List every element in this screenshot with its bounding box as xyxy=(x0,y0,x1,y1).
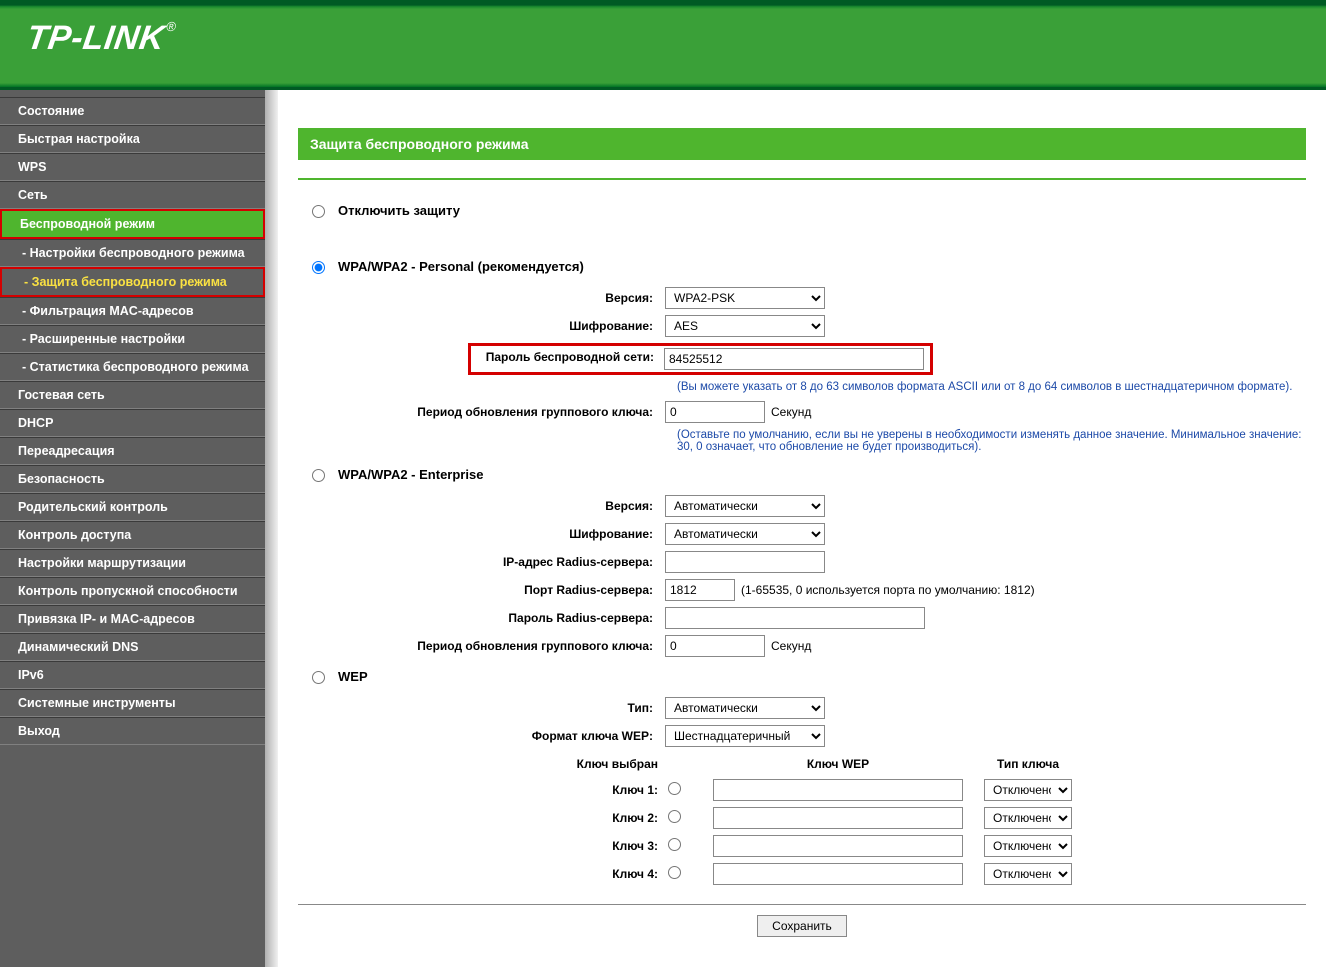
sidebar-subitem[interactable]: - Защита беспроводного режима xyxy=(0,267,265,297)
wep-key-label: Ключ 1: xyxy=(558,783,668,797)
sidebar-item[interactable]: Динамический DNS xyxy=(0,633,265,661)
wpa-enterprise-title: WPA/WPA2 - Enterprise xyxy=(338,467,1306,482)
ent-radius-port-input[interactable] xyxy=(665,579,735,601)
wep-key-radio[interactable] xyxy=(668,782,681,795)
divider xyxy=(298,178,1306,180)
disable-security-radio[interactable] xyxy=(312,205,325,218)
disable-security-label: Отключить защиту xyxy=(338,203,1306,218)
sidebar-item[interactable]: Системные инструменты xyxy=(0,689,265,717)
sidebar-item[interactable]: WPS xyxy=(0,153,265,181)
wpa-enterprise-radio[interactable] xyxy=(312,469,325,482)
ent-rekey-unit: Секунд xyxy=(771,639,811,653)
wep-key-radio[interactable] xyxy=(668,866,681,879)
wep-key-input[interactable] xyxy=(713,807,963,829)
sidebar-subitem[interactable]: - Настройки беспроводного режима xyxy=(0,239,265,267)
sidebar-item[interactable]: Выход xyxy=(0,717,265,745)
ent-rekey-label: Период обновления группового ключа: xyxy=(298,639,665,653)
wep-keys-table: Ключ выбран Ключ WEP Тип ключа Ключ 1: От… xyxy=(558,751,1306,889)
ent-radius-ip-label: IP-адрес Radius-сервера: xyxy=(298,555,665,569)
sidebar-subitem[interactable]: - Статистика беспроводного режима xyxy=(0,353,265,381)
wep-radio[interactable] xyxy=(312,671,325,684)
wep-key-type-select[interactable]: Отключено xyxy=(984,779,1072,801)
personal-rekey-unit: Секунд xyxy=(771,405,811,419)
personal-password-input[interactable] xyxy=(664,348,924,370)
page-title: Защита беспроводного режима xyxy=(298,128,1306,160)
wep-type-select[interactable]: Автоматически xyxy=(665,697,825,719)
personal-cipher-select[interactable]: AES xyxy=(665,315,825,337)
ent-radius-ip-input[interactable] xyxy=(665,551,825,573)
wep-title: WEP xyxy=(338,669,1306,684)
wep-key-type-select[interactable]: Отключено xyxy=(984,835,1072,857)
wep-format-select[interactable]: Шестнадцатеричный xyxy=(665,725,825,747)
sidebar-item[interactable]: Гостевая сеть xyxy=(0,381,265,409)
wpa-personal-radio[interactable] xyxy=(312,261,325,274)
content-area: Защита беспроводного режима Отключить за… xyxy=(278,90,1326,967)
wep-type-label: Тип: xyxy=(298,701,665,715)
ent-radius-port-label: Порт Radius-сервера: xyxy=(298,583,665,597)
sidebar-item[interactable]: Быстрая настройка xyxy=(0,125,265,153)
wep-key-label: Ключ 3: xyxy=(558,839,668,853)
sidebar-item[interactable]: Настройки маршрутизации xyxy=(0,549,265,577)
personal-rekey-note: (Оставьте по умолчанию, если вы не увере… xyxy=(677,427,1306,459)
personal-password-note: (Вы можете указать от 8 до 63 символов ф… xyxy=(677,379,1306,399)
sidebar-subitem[interactable]: - Расширенные настройки xyxy=(0,325,265,353)
wpa-personal-title: WPA/WPA2 - Personal (рекомендуется) xyxy=(338,259,1306,274)
wep-key-input[interactable] xyxy=(713,779,963,801)
personal-cipher-label: Шифрование: xyxy=(298,319,665,333)
sidebar-item[interactable]: Сеть xyxy=(0,181,265,209)
sidebar-subitem[interactable]: - Фильтрация MAC-адресов xyxy=(0,297,265,325)
ent-cipher-select[interactable]: Автоматически xyxy=(665,523,825,545)
personal-rekey-label: Период обновления группового ключа: xyxy=(298,405,665,419)
wep-key-label: Ключ 2: xyxy=(558,811,668,825)
personal-version-select[interactable]: WPA2-PSK xyxy=(665,287,825,309)
wep-head-key: Ключ WEP xyxy=(708,757,968,771)
divider-bottom xyxy=(298,904,1306,905)
wep-key-label: Ключ 4: xyxy=(558,867,668,881)
ent-rekey-input[interactable] xyxy=(665,635,765,657)
brand-logo-text: TP-LINK xyxy=(24,19,167,57)
sidebar-item[interactable]: Безопасность xyxy=(0,465,265,493)
password-highlight-box: Пароль беспроводной сети: xyxy=(468,343,933,375)
wep-head-type: Тип ключа xyxy=(968,757,1088,771)
sidebar-item[interactable]: IPv6 xyxy=(0,661,265,689)
wep-key-radio[interactable] xyxy=(668,810,681,823)
sidebar-item[interactable]: Привязка IP- и MAC-адресов xyxy=(0,605,265,633)
wep-head-selected: Ключ выбран xyxy=(558,757,668,771)
wep-key-radio[interactable] xyxy=(668,838,681,851)
sidebar-item[interactable]: Контроль доступа xyxy=(0,521,265,549)
brand-logo: TP-LINK® xyxy=(24,19,177,58)
registered-icon: ® xyxy=(165,19,177,34)
personal-rekey-input[interactable] xyxy=(665,401,765,423)
sidebar-item[interactable]: Родительский контроль xyxy=(0,493,265,521)
ent-version-label: Версия: xyxy=(298,499,665,513)
personal-password-label: Пароль беспроводной сети: xyxy=(471,346,664,372)
sidebar-item[interactable]: Беспроводной режим xyxy=(0,209,265,239)
header-bar: TP-LINK® xyxy=(0,0,1326,90)
sidebar-item[interactable]: Переадресация xyxy=(0,437,265,465)
wep-format-label: Формат ключа WEP: xyxy=(298,729,665,743)
wep-key-input[interactable] xyxy=(713,835,963,857)
personal-version-label: Версия: xyxy=(298,291,665,305)
wep-key-input[interactable] xyxy=(713,863,963,885)
vertical-divider xyxy=(265,90,278,967)
sidebar-item[interactable]: Состояние xyxy=(0,97,265,125)
sidebar-item[interactable]: Контроль пропускной способности xyxy=(0,577,265,605)
ent-radius-port-note: (1-65535, 0 используется порта по умолча… xyxy=(741,583,1035,597)
ent-version-select[interactable]: Автоматически xyxy=(665,495,825,517)
wep-key-type-select[interactable]: Отключено xyxy=(984,807,1072,829)
save-button[interactable]: Сохранить xyxy=(757,915,847,937)
ent-radius-pass-input[interactable] xyxy=(665,607,925,629)
wep-key-type-select[interactable]: Отключено xyxy=(984,863,1072,885)
ent-radius-pass-label: Пароль Radius-сервера: xyxy=(298,611,665,625)
sidebar-item[interactable]: DHCP xyxy=(0,409,265,437)
sidebar: СостояниеБыстрая настройкаWPSСетьБеспров… xyxy=(0,90,265,967)
ent-cipher-label: Шифрование: xyxy=(298,527,665,541)
